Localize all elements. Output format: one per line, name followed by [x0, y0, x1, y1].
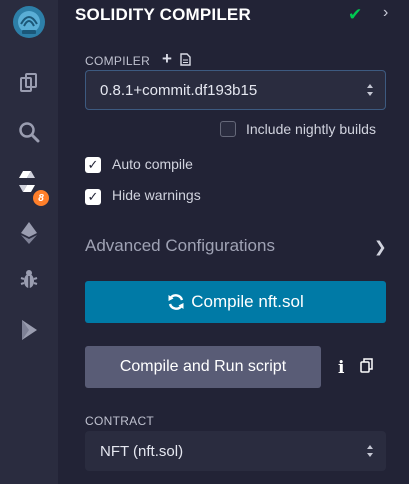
compile-button[interactable]: Compile nft.sol [85, 281, 386, 323]
bug-icon[interactable] [0, 259, 58, 299]
bug-svg [20, 270, 38, 288]
auto-compile-label: Auto compile [112, 156, 193, 172]
ethereum-icon[interactable] [0, 213, 58, 253]
play-icon[interactable] [0, 310, 58, 350]
compiler-panel: SOLIDITY COMPILER ✔ › COMPILER + 0.8.1+c… [58, 0, 409, 484]
file-svg [180, 53, 191, 66]
compiler-label: COMPILER [85, 54, 151, 68]
select-arrows-icon [366, 444, 374, 458]
plus-icon[interactable]: + [162, 50, 172, 67]
play-svg [22, 320, 37, 340]
info-icon[interactable]: i [338, 358, 344, 378]
compile-button-label: Compile nft.sol [191, 292, 304, 311]
compile-and-run-button[interactable]: Compile and Run script [85, 346, 321, 388]
check-icon: ✔ [348, 5, 363, 24]
compiler-version-select[interactable]: 0.8.1+commit.df193b15 [85, 70, 386, 110]
ethereum-svg [21, 222, 37, 244]
file-icon[interactable] [180, 53, 191, 68]
remix-window: 8 SOLIDITY COMPILER ✔ › COMPILER + 0.8.1… [0, 0, 409, 484]
compiler-badge: 8 [33, 190, 49, 206]
files-icon[interactable] [0, 63, 58, 103]
chevron-right-icon[interactable]: › [383, 4, 388, 22]
compiler-version-value: 0.8.1+commit.df193b15 [100, 81, 258, 99]
include-nightly-checkbox[interactable] [220, 121, 236, 137]
solidity-icon[interactable] [0, 162, 58, 202]
remix-logo-icon[interactable] [0, 2, 58, 42]
copy-svg [360, 358, 373, 373]
advanced-configurations-toggle[interactable]: Advanced Configurations [85, 236, 275, 256]
contract-select[interactable]: NFT (nft.sol) [85, 431, 386, 471]
copy-icon[interactable] [360, 358, 373, 378]
include-nightly-label: Include nightly builds [246, 121, 376, 137]
chevron-right-icon[interactable]: ❯ [374, 238, 387, 256]
contract-value: NFT (nft.sol) [100, 442, 184, 460]
icon-rail: 8 [0, 0, 58, 484]
compile-and-run-label: Compile and Run script [119, 358, 287, 375]
remix-logo-svg [13, 6, 45, 38]
search-svg [19, 122, 40, 143]
hide-warnings-checkbox[interactable]: ✓ [85, 189, 101, 205]
search-icon[interactable] [0, 112, 58, 152]
select-arrows-icon [366, 83, 374, 97]
refresh-icon [168, 294, 184, 310]
auto-compile-checkbox[interactable]: ✓ [85, 157, 101, 173]
files-svg [20, 73, 37, 92]
contract-label: CONTRACT [85, 414, 155, 428]
panel-title: SOLIDITY COMPILER [75, 5, 251, 24]
hide-warnings-label: Hide warnings [112, 187, 201, 203]
